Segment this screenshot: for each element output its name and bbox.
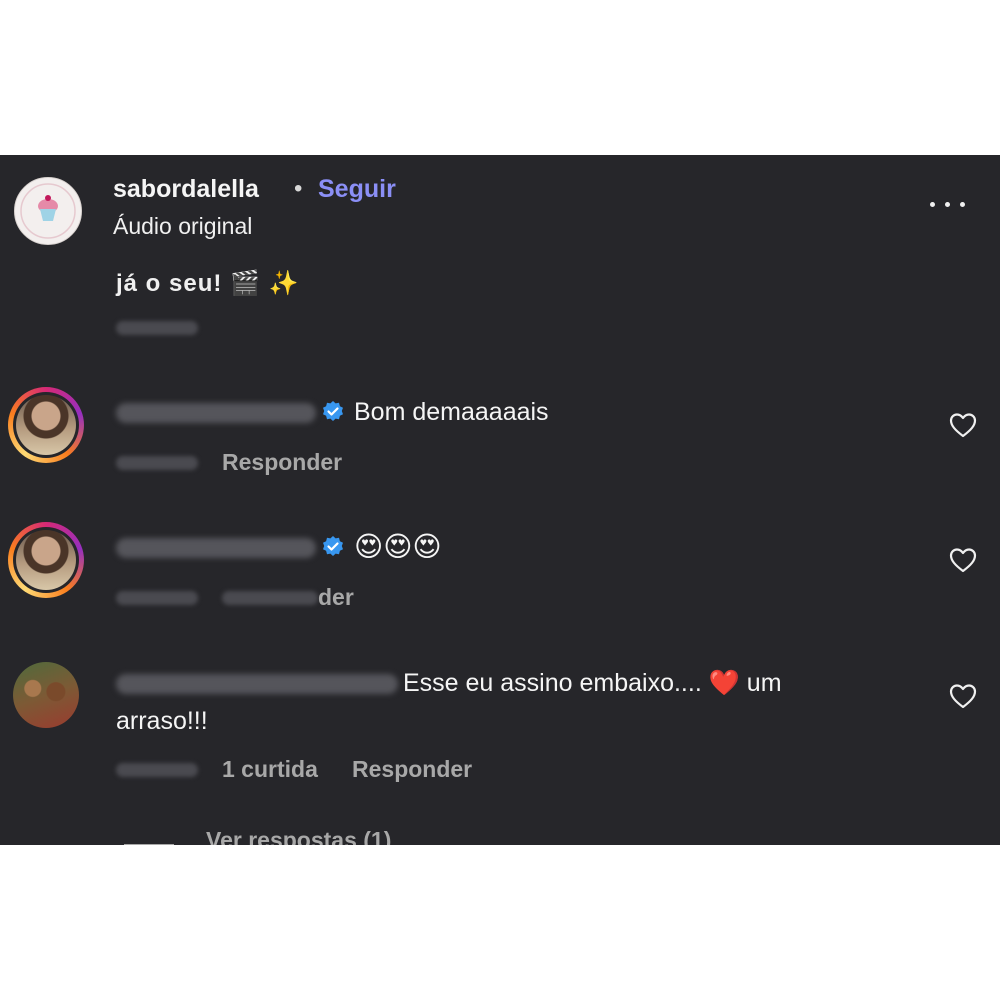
heart-icon[interactable] xyxy=(949,683,977,709)
comment-emoji-text: 😍😍😍 xyxy=(354,530,442,563)
cupcake-logo-icon xyxy=(20,183,76,239)
blurred-username[interactable] xyxy=(116,674,398,694)
view-replies-button[interactable]: Ver respostas (1) xyxy=(206,827,391,845)
separator-dot: • xyxy=(294,175,303,202)
profile-avatar[interactable] xyxy=(14,177,82,245)
replies-divider xyxy=(124,844,174,845)
previous-comment-text: já o seu! 🎬 ✨ xyxy=(116,270,300,297)
reply-button[interactable]: Responder xyxy=(352,756,472,783)
more-icon[interactable] xyxy=(926,193,970,213)
likes-count[interactable]: 1 curtida xyxy=(222,756,318,783)
audio-label[interactable]: Áudio original xyxy=(113,213,252,240)
commenter-avatar[interactable] xyxy=(13,662,79,728)
header-username[interactable]: sabordalella xyxy=(113,175,259,204)
blurred-username[interactable] xyxy=(116,538,316,558)
heart-icon[interactable] xyxy=(949,547,977,573)
blurred-timestamp xyxy=(116,591,198,605)
reply-button[interactable]: Responder xyxy=(222,449,342,476)
comment-text-line2: arraso!!! xyxy=(116,707,208,735)
verified-icon xyxy=(323,401,343,421)
verified-icon xyxy=(323,536,343,556)
blurred-timestamp xyxy=(116,321,198,335)
blurred-timestamp xyxy=(116,456,198,470)
blurred-reply xyxy=(222,591,318,605)
comment-text-line1: Esse eu assino embaixo.... ❤️ um xyxy=(403,669,782,697)
heart-icon[interactable] xyxy=(949,412,977,438)
blurred-username[interactable] xyxy=(116,403,316,423)
comment-text: Bom demaaaaais xyxy=(354,398,549,426)
commenter-avatar[interactable] xyxy=(8,522,84,598)
reply-button-fragment[interactable]: der xyxy=(318,584,354,611)
commenter-avatar[interactable] xyxy=(8,387,84,463)
blurred-timestamp xyxy=(116,763,198,777)
follow-button[interactable]: Seguir xyxy=(318,175,396,204)
reel-comments-panel: sabordalella • Seguir Áudio original já … xyxy=(0,155,1000,845)
